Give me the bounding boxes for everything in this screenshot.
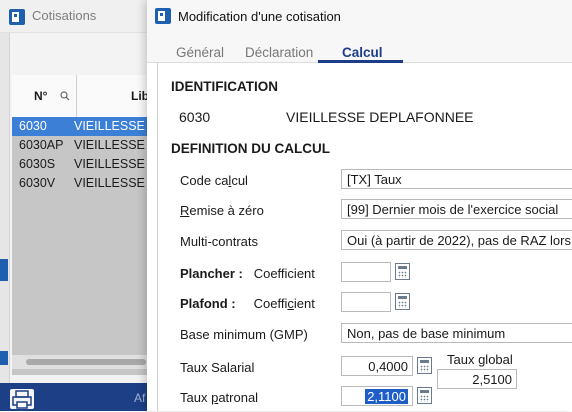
plancher-row: Plancher : Coefficient: [168, 259, 572, 287]
row-libelle: VIEILLESSE D: [74, 157, 158, 171]
remise-zero-label: Remise à zéro: [180, 203, 264, 218]
base-minimum-row: Base minimum (GMP) Non, pas de base mini…: [168, 320, 572, 348]
row-code: 6030AP: [19, 138, 64, 152]
scrollbar-thumb[interactable]: [26, 359, 146, 365]
background-window-title: Cotisations: [32, 8, 97, 23]
base-minimum-select[interactable]: Non, pas de base minimum: [341, 323, 572, 343]
code-calcul-select[interactable]: [TX] Taux: [341, 169, 572, 189]
printer-icon[interactable]: [10, 389, 34, 409]
selected-text: 2,1100: [365, 389, 408, 404]
taux-patronal-input[interactable]: 2,1100: [341, 386, 413, 406]
tab-declaration[interactable]: Déclaration: [245, 45, 313, 60]
taux-patronal-row: Taux patronal 2,1100: [168, 383, 572, 411]
plancher-coefficient-input[interactable]: [341, 262, 391, 282]
multi-contrats-row: Multi-contrats Oui (à partir de 2022), p…: [168, 227, 572, 255]
tab-calcul[interactable]: Calcul: [342, 45, 383, 60]
cotisations-grid: N° Lib 6030 VIEILLESSE D 6030AP VIEILLES…: [12, 75, 157, 375]
row-libelle: VIEILLESSE D: [74, 119, 158, 133]
definition-heading: DEFINITION DU CALCUL: [171, 141, 330, 156]
horizontal-scrollbar[interactable]: [12, 355, 157, 369]
identification-libelle: VIEILLESSE DEPLAFONNEE: [286, 109, 474, 125]
calculator-icon[interactable]: [395, 293, 410, 310]
calculator-icon[interactable]: [417, 357, 432, 374]
multi-contrats-label: Multi-contrats: [180, 234, 259, 249]
table-row[interactable]: 6030V VIEILLESSE D: [12, 174, 157, 193]
search-icon[interactable]: [60, 89, 70, 104]
table-row[interactable]: 6030S VIEILLESSE D: [12, 155, 157, 174]
app-icon: [155, 8, 171, 27]
tab-bar: Général Déclaration Calcul: [147, 33, 572, 63]
taux-patronal-label: Taux patronal: [180, 390, 259, 405]
code-calcul-row: Code calcul [TX] Taux: [168, 166, 572, 194]
multi-contrats-select[interactable]: Oui (à partir de 2022), pas de RAZ lors: [341, 230, 572, 250]
footer-label: Af: [134, 391, 146, 405]
taux-salarial-label: Taux Salarial: [180, 360, 255, 375]
table-row[interactable]: 6030 VIEILLESSE D: [12, 117, 157, 136]
strip-marker: [0, 259, 8, 281]
plafond-label: Plafond : Coefficient: [180, 296, 315, 311]
remise-zero-select[interactable]: [99] Dernier mois de l'exercice social: [341, 199, 572, 219]
row-code: 6030S: [19, 157, 56, 171]
dialog-title: Modification d'une cotisation: [178, 9, 341, 24]
plafond-coefficient-input[interactable]: [341, 292, 391, 312]
grid-header: N° Lib: [12, 75, 157, 118]
row-code: 6030V: [19, 176, 56, 190]
plafond-row: Plafond : Coefficient: [168, 289, 572, 317]
row-code: 6030: [19, 119, 47, 133]
identification-code: 6030: [179, 109, 211, 125]
left-toolbar-strip: [0, 33, 10, 411]
code-calcul-label: Code calcul: [180, 173, 248, 188]
background-footer: Af: [0, 383, 157, 411]
identification-heading: IDENTIFICATION: [171, 79, 278, 94]
base-minimum-label: Base minimum (GMP): [180, 327, 308, 342]
taux-global-label: Taux global: [447, 352, 513, 367]
tab-general[interactable]: Général: [176, 45, 224, 60]
calculator-icon[interactable]: [395, 263, 410, 280]
calculator-icon[interactable]: [417, 387, 432, 404]
column-header-no[interactable]: N°: [34, 89, 47, 103]
table-row[interactable]: 6030AP VIEILLESSE D: [12, 136, 157, 155]
modification-dialog: Modification d'une cotisation Général Dé…: [147, 0, 572, 411]
plancher-label: Plancher : Coefficient: [180, 266, 315, 281]
taux-salarial-input[interactable]: 0,4000: [341, 356, 413, 376]
dialog-title-bar: Modification d'une cotisation: [147, 0, 572, 33]
row-libelle: VIEILLESSE D: [74, 138, 158, 152]
app-icon: [9, 9, 25, 28]
remise-zero-row: Remise à zéro [99] Dernier mois de l'exe…: [168, 196, 572, 224]
column-separator: [76, 75, 77, 117]
calcul-panel: IDENTIFICATION 6030 VIEILLESSE DEPLAFONN…: [157, 63, 572, 411]
row-libelle: VIEILLESSE D: [74, 176, 158, 190]
strip-marker: [0, 351, 8, 365]
